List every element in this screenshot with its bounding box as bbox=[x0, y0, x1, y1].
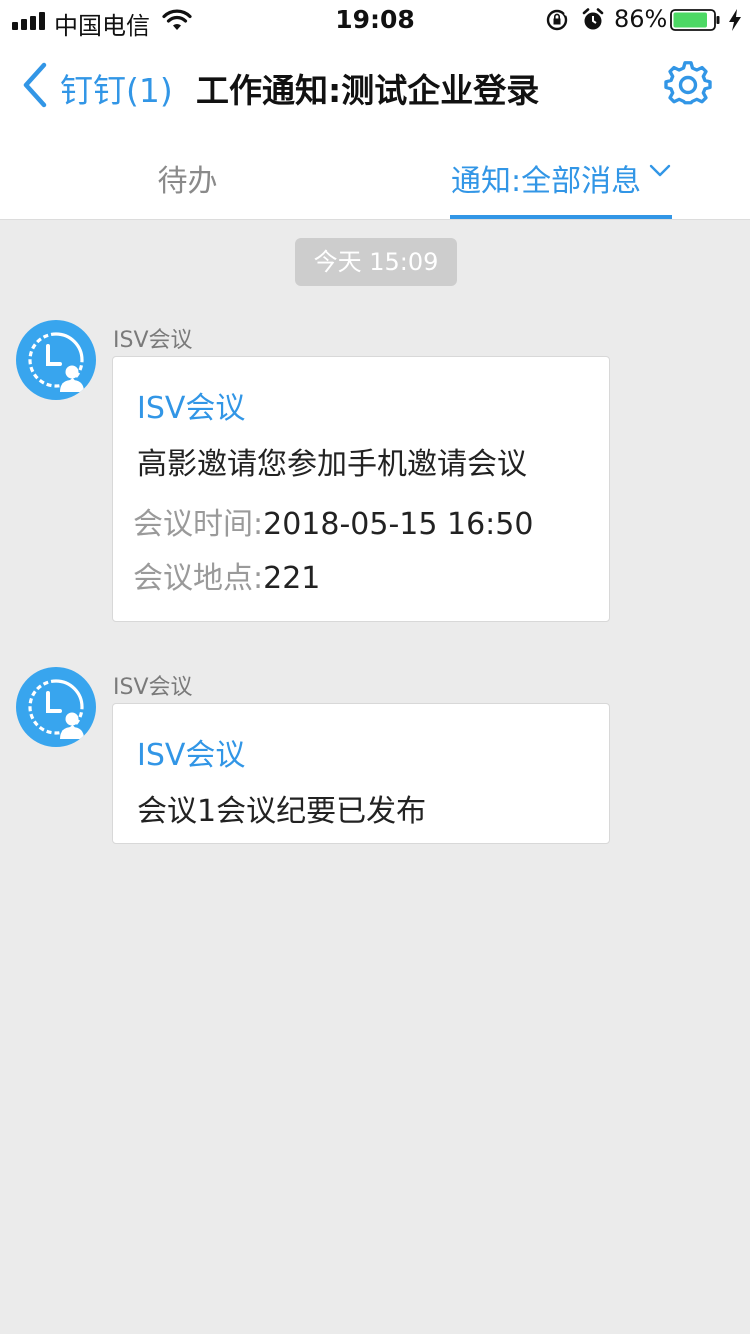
meeting-clock-icon bbox=[28, 679, 84, 739]
gear-icon[interactable] bbox=[664, 60, 712, 108]
sender-name: ISV会议 bbox=[113, 675, 193, 700]
tab-todo-label: 待办 bbox=[157, 164, 218, 199]
message-card[interactable]: ISV会议 会议1会议纪要已发布 bbox=[112, 703, 610, 844]
charging-bolt-icon bbox=[729, 9, 741, 31]
tab-active-indicator bbox=[450, 215, 672, 219]
back-chevron-icon bbox=[23, 62, 47, 108]
nav-bar: 钉钉(1) 工作通知:测试企业登录 bbox=[0, 40, 750, 130]
card-title: ISV会议 bbox=[137, 738, 246, 773]
status-bar: 中国电信 19:08 86% bbox=[0, 0, 750, 40]
tab-notify-label: 通知:全部消息 bbox=[451, 164, 642, 199]
alarm-icon bbox=[582, 8, 604, 30]
sender-name: ISV会议 bbox=[113, 328, 193, 353]
card-field-row: 会议时间:2018-05-15 16:50 bbox=[133, 499, 533, 543]
battery-icon bbox=[670, 9, 720, 31]
card-body: 高影邀请您参加手机邀请会议 bbox=[137, 447, 527, 482]
message-card[interactable]: ISV会议 高影邀请您参加手机邀请会议 会议时间:2018-05-15 16:5… bbox=[112, 356, 610, 622]
orientation-lock-icon bbox=[546, 9, 568, 31]
date-divider: 今天 15:09 bbox=[295, 238, 457, 286]
field-value: 221 bbox=[263, 561, 321, 596]
card-title: ISV会议 bbox=[137, 391, 246, 426]
tab-notify[interactable]: 通知:全部消息 bbox=[375, 130, 750, 220]
back-button[interactable]: 钉钉(1) bbox=[20, 60, 173, 110]
field-key: 会议时间: bbox=[133, 507, 264, 542]
page-title: 工作通知:测试企业登录 bbox=[196, 71, 540, 110]
back-label: 钉钉(1) bbox=[60, 71, 173, 110]
avatar[interactable] bbox=[16, 320, 96, 400]
tab-todo[interactable]: 待办 bbox=[0, 130, 375, 220]
tab-bar: 待办 通知:全部消息 bbox=[0, 130, 750, 220]
card-body: 会议1会议纪要已发布 bbox=[137, 794, 427, 829]
avatar[interactable] bbox=[16, 667, 96, 747]
card-field-row: 会议地点:221 bbox=[133, 553, 320, 597]
battery-percent: 86% bbox=[614, 5, 668, 33]
chevron-down-icon bbox=[649, 164, 671, 177]
field-key: 会议地点: bbox=[133, 561, 264, 596]
field-value: 2018-05-15 16:50 bbox=[263, 507, 534, 542]
meeting-clock-icon bbox=[28, 332, 84, 392]
